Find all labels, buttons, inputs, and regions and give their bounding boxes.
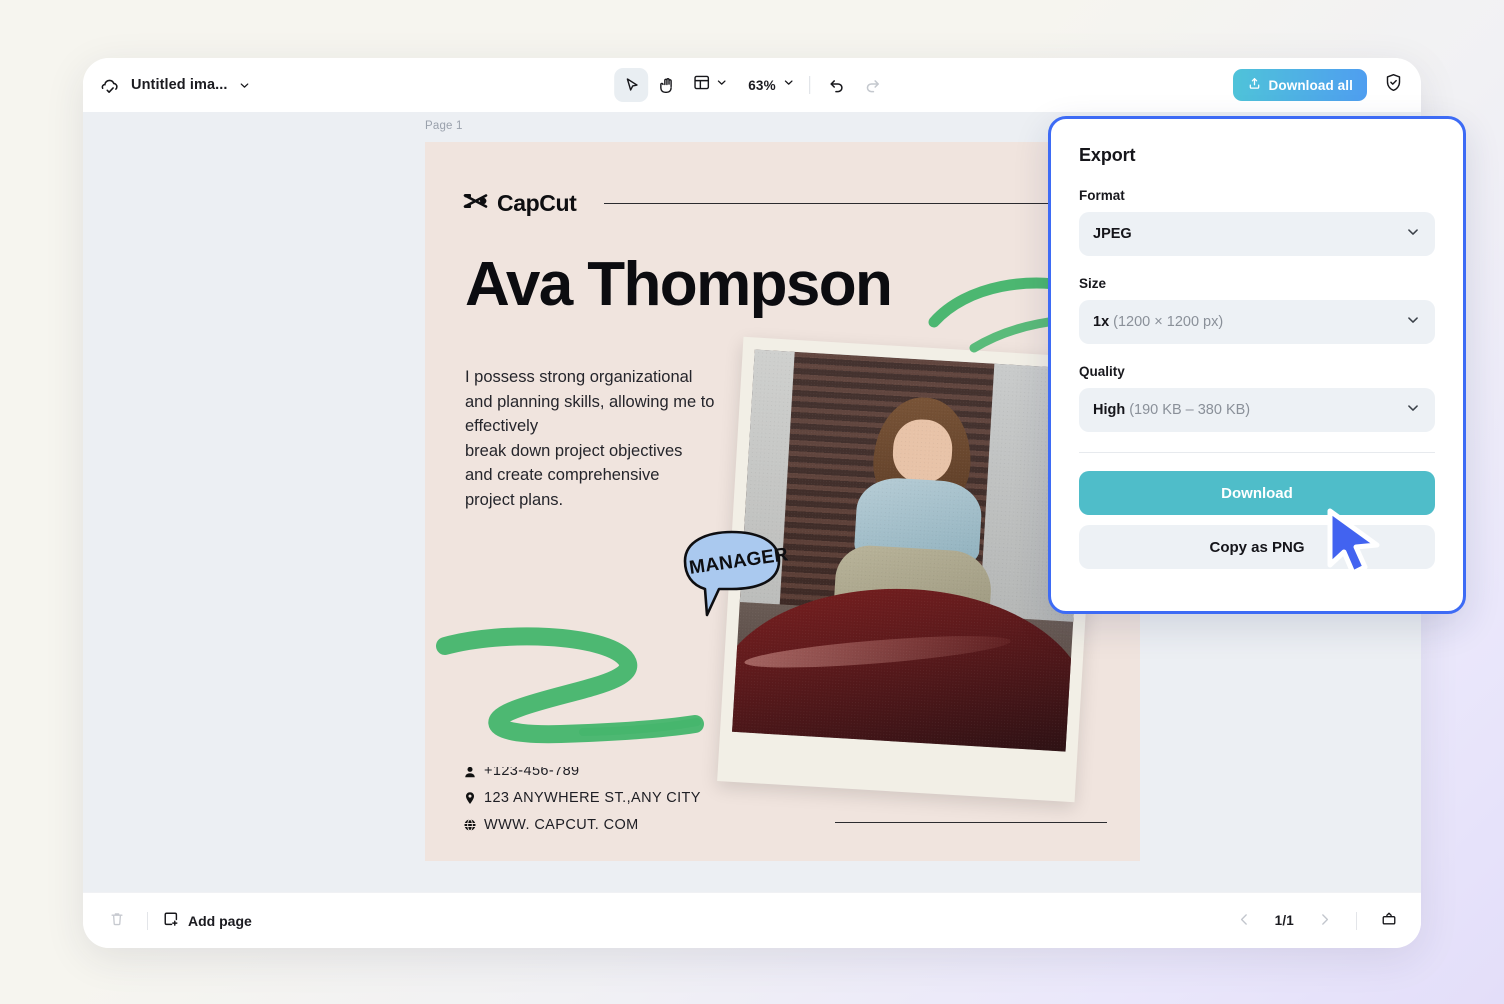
export-modal-title: Export (1079, 145, 1136, 165)
contact-row[interactable]: +123-456-789 (463, 767, 701, 779)
prev-page-button[interactable] (1229, 905, 1261, 937)
contact-text: +123-456-789 (484, 767, 580, 779)
quality-select[interactable]: High (190 KB – 380 KB) (1079, 388, 1435, 432)
delete-page-button[interactable] (101, 905, 133, 937)
bottom-divider-right (1356, 911, 1357, 930)
chevron-down-icon[interactable] (238, 79, 251, 92)
toolbar-center-group: 63% (614, 68, 890, 102)
bottom-toolbar: Add page 1/1 (83, 892, 1421, 948)
shield-check-icon (1383, 72, 1404, 98)
bottom-divider (147, 911, 148, 930)
quality-value-group: High (190 KB – 380 KB) (1093, 402, 1405, 418)
chevron-down-icon (1405, 400, 1421, 421)
contact-info-block: +123-456-789 123 ANYWHERE ST.,ANY CITY W… (463, 767, 701, 844)
hand-pan-icon (658, 76, 677, 95)
quality-field-label: Quality (1079, 364, 1125, 379)
cursor-select-tool-button[interactable] (614, 68, 649, 102)
format-value: JPEG (1093, 226, 1132, 242)
document-title[interactable]: Untitled ima... (131, 77, 228, 93)
contact-row[interactable]: WWW. CAPCUT. COM (463, 817, 701, 833)
present-button[interactable] (1373, 905, 1405, 937)
toolbar-divider (808, 76, 810, 94)
redo-icon (863, 76, 882, 95)
size-select[interactable]: 1x (1200 × 1200 px) (1079, 300, 1435, 344)
size-field-label: Size (1079, 276, 1107, 291)
page-label: Page 1 (425, 120, 463, 132)
toolbar-left-group: Untitled ima... (83, 74, 413, 96)
contact-text: WWW. CAPCUT. COM (484, 817, 639, 833)
quality-value: High (1093, 402, 1126, 418)
capcut-logo: CapCut (463, 190, 577, 217)
document-name-heading[interactable]: Ava Thompson (465, 249, 893, 320)
globe-icon (463, 818, 477, 832)
header-rule (604, 202, 1105, 205)
chevron-right-icon (1316, 911, 1333, 931)
modal-separator (1079, 452, 1435, 453)
location-pin-icon (463, 791, 477, 805)
download-all-button[interactable]: Download all (1232, 69, 1367, 101)
hand-pan-tool-button[interactable] (650, 68, 684, 102)
present-screen-icon (1380, 910, 1398, 931)
zoom-chevron-down-icon (782, 76, 795, 94)
contact-text: 123 ANYWHERE ST.,ANY CITY (484, 790, 701, 806)
size-value-group: 1x (1200 × 1200 px) (1093, 314, 1405, 330)
add-page-label: Add page (188, 912, 252, 929)
document-header: CapCut (463, 190, 1105, 217)
quality-detail: (190 KB – 380 KB) (1129, 402, 1251, 418)
download-all-label: Download all (1268, 77, 1353, 93)
size-value: 1x (1093, 314, 1110, 330)
chevron-left-icon (1236, 911, 1253, 931)
bottom-left-group: Add page (83, 905, 252, 937)
capcut-x-icon (463, 190, 489, 217)
layout-chevron-down-icon (715, 76, 728, 94)
layout-grid-icon (692, 73, 711, 97)
export-modal: Export Format JPEG Size 1x (1200 × 1200 p… (1048, 116, 1466, 614)
chevron-down-icon (1405, 312, 1421, 333)
add-page-icon (162, 910, 180, 931)
copy-as-png-button[interactable]: Copy as PNG (1079, 525, 1435, 569)
format-select[interactable]: JPEG (1079, 212, 1435, 256)
upload-share-icon (1247, 76, 1262, 94)
format-field-label: Format (1079, 188, 1125, 203)
page-counter: 1/1 (1274, 913, 1294, 928)
next-page-button[interactable] (1308, 905, 1340, 937)
capcut-cloud-logo-icon[interactable] (99, 74, 121, 96)
redo-button[interactable] (856, 68, 890, 102)
capcut-wordmark: CapCut (497, 190, 577, 216)
add-page-button[interactable]: Add page (162, 910, 252, 931)
chevron-down-icon (1405, 224, 1421, 245)
cursor-select-icon (622, 76, 641, 95)
layout-tool-combo[interactable] (686, 68, 732, 102)
zoom-level-combo[interactable]: 63% (734, 68, 799, 102)
undo-icon (827, 76, 846, 95)
person-icon (463, 767, 477, 779)
document-bio-text[interactable]: I possess strong organizational and plan… (465, 365, 733, 513)
page-backdrop: Untitled ima... 63% Download all Page 1 … (0, 0, 1504, 1004)
download-button[interactable]: Download (1079, 471, 1435, 515)
green-swirl-stroke (433, 612, 708, 762)
top-toolbar: Untitled ima... 63% Download all (83, 58, 1421, 112)
design-document[interactable]: CapCut Ava Thompson I possess strong org… (425, 142, 1140, 861)
contact-row[interactable]: 123 ANYWHERE ST.,ANY CITY (463, 790, 701, 806)
trash-icon (108, 910, 126, 931)
bottom-right-group: 1/1 (1229, 905, 1405, 937)
footer-rule (835, 821, 1107, 823)
shield-check-button[interactable] (1379, 71, 1407, 99)
toolbar-right-group: Download all (1232, 69, 1407, 101)
size-detail: (1200 × 1200 px) (1113, 314, 1224, 330)
zoom-level-value: 63% (748, 77, 776, 93)
manager-speech-bubble[interactable]: MANAGER (675, 527, 789, 617)
undo-button[interactable] (820, 68, 854, 102)
